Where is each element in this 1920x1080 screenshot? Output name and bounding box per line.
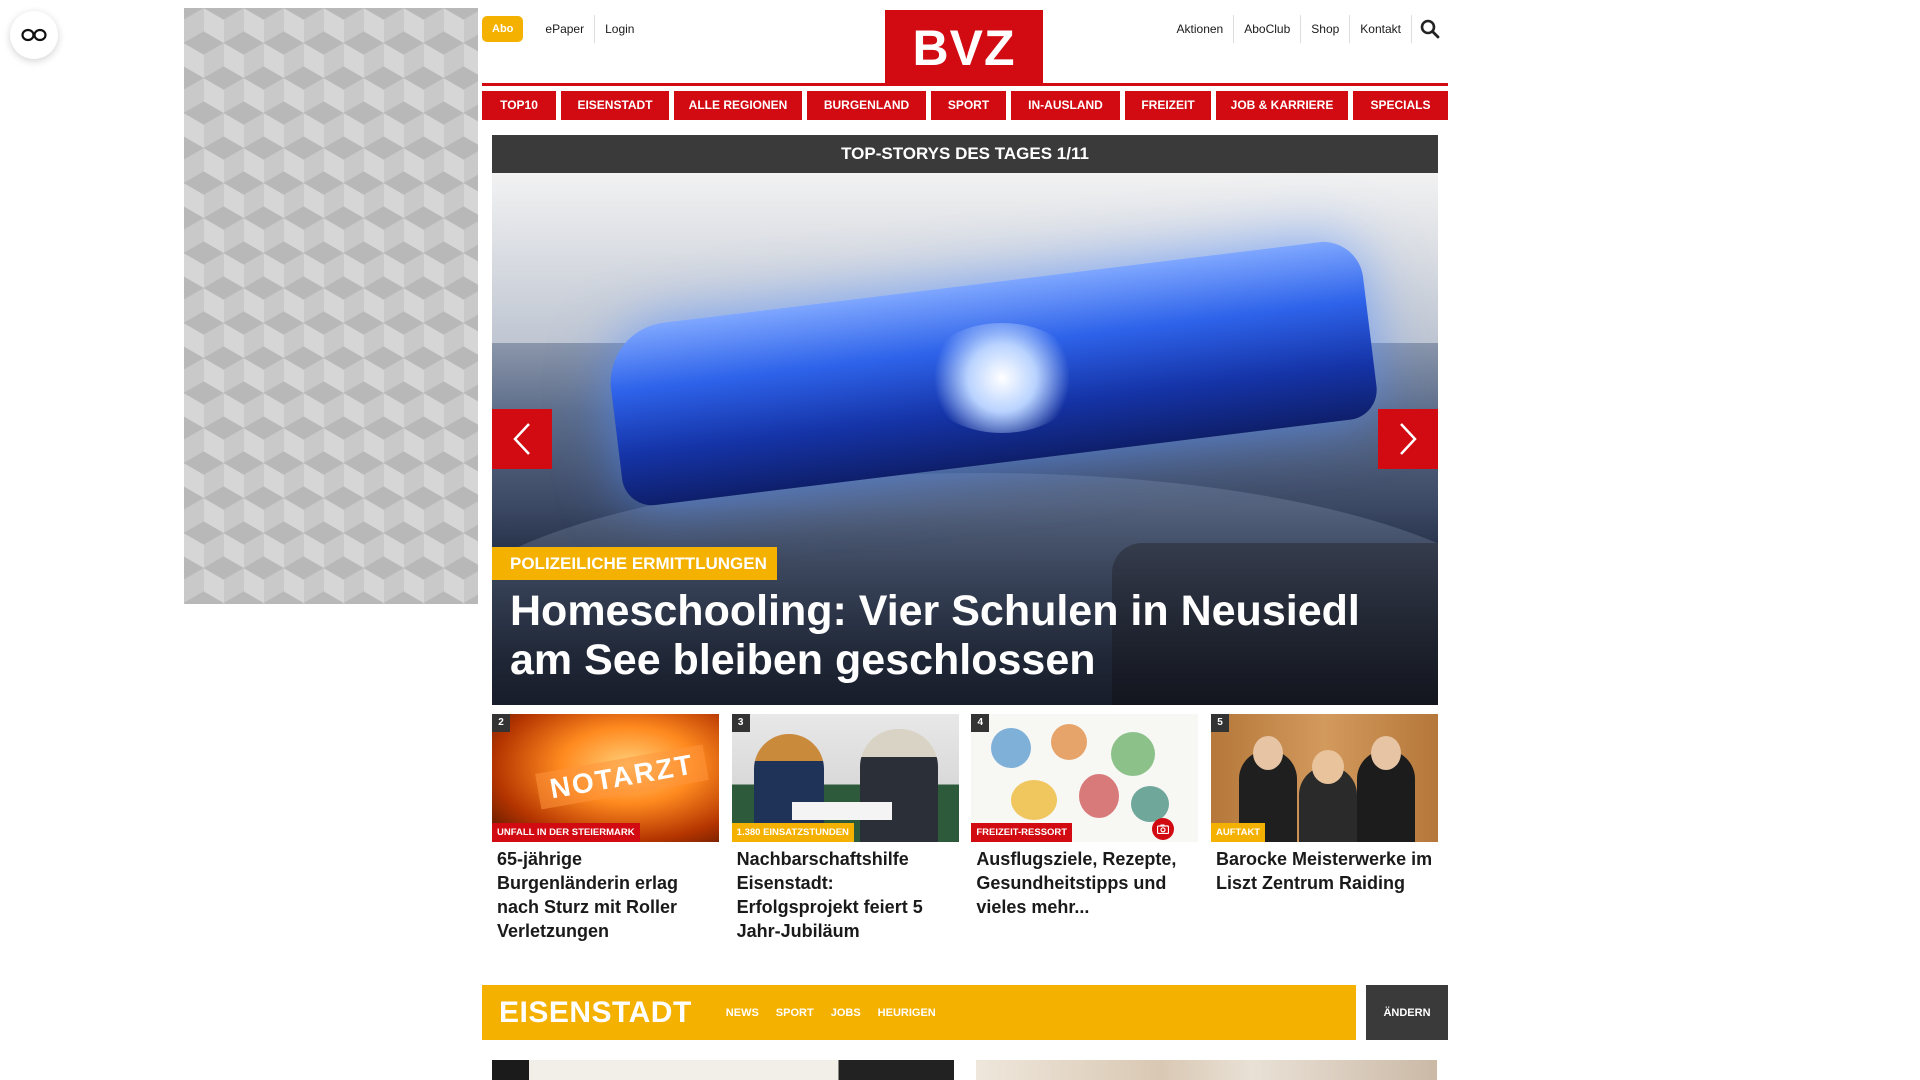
illustration-shape [991,728,1032,768]
story-number: 5 [1210,714,1229,732]
illustration-shape [1051,724,1088,760]
story-card[interactable]: 3 1.380 EINSATZSTUNDEN Nachbarschaftshil… [731,714,959,954]
story-category-tag: AUFTAKT [1210,823,1266,842]
story-title[interactable]: 65-jährige Burgenländerin erlag nach Stu… [492,842,719,943]
top-stories-header: TOP-STORYS DES TAGES 1/11 [492,135,1438,173]
nav-item-burgenland[interactable]: BURGENLAND [807,91,926,120]
slider-next-button[interactable] [1378,409,1438,469]
notarzt-sign: NOTARZT [535,744,709,810]
top-links-left: Abo ePaper Login [482,15,644,43]
hero-slide[interactable]: POLIZEILICHE ERMITTLUNGEN Homeschooling:… [492,173,1438,705]
story-number: 4 [971,714,990,732]
slider-prev-button[interactable] [492,409,552,469]
region-link-jobs[interactable]: JOBS [831,1007,861,1019]
change-region-button[interactable]: ÄNDERN [1366,985,1448,1040]
search-button[interactable] [1412,15,1448,43]
nav-item-job-karriere[interactable]: JOB & KARRIERE [1216,91,1348,120]
story-cards: NOTARZT 2 UNFALL IN DER STEIERMARK 65-jä… [492,714,1438,954]
region-bar: EISENSTADT NEWS SPORT JOBS HEURIGEN [482,985,1356,1040]
shop-link[interactable]: Shop [1301,15,1351,43]
story-category-tag: FREIZEIT-RESSORT [971,823,1073,842]
story-thumbnail[interactable]: 3 1.380 EINSATZSTUNDEN [731,714,959,842]
story-thumbnail[interactable]: 4 FREIZEIT-RESSORT [971,714,1199,842]
photo-face [1370,736,1401,770]
region-link-sport[interactable]: SPORT [776,1007,814,1019]
region-story-thumbnail[interactable] [976,1060,1437,1080]
region-link-news[interactable]: NEWS [726,1007,759,1019]
story-title[interactable]: Ausflugsziele, Rezepte, Gesundheitstipps… [971,842,1198,919]
camera-icon [1157,824,1170,834]
gallery-badge [1152,818,1175,840]
photo-person-right [859,729,938,842]
illustration-shape [1011,780,1058,820]
story-card[interactable]: NOTARZT 2 UNFALL IN DER STEIERMARK 65-jä… [492,714,719,954]
hero-category-tag: POLIZEILICHE ERMITTLUNGEN [492,547,777,580]
story-category-tag: UNFALL IN DER STEIERMARK [492,823,640,842]
login-link[interactable]: Login [595,15,644,43]
reading-mode-button[interactable] [10,11,58,59]
site-logo[interactable]: BVZ [885,10,1043,86]
photo-face [1311,750,1344,784]
aktionen-link[interactable]: Aktionen [1167,15,1235,43]
hero-headline[interactable]: Homeschooling: Vier Schulen in Neusiedl … [510,587,1410,685]
site-header: Abo ePaper Login BVZ Aktionen AboClub Sh… [482,8,1448,86]
region-title[interactable]: EISENSTADT [482,996,726,1030]
nav-item-specials[interactable]: SPECIALS [1353,91,1448,120]
nav-item-eisenstadt[interactable]: EISENSTADT [561,91,669,120]
top-links-right: Aktionen AboClub Shop Kontakt [1167,15,1448,43]
nav-item-sport[interactable]: SPORT [931,91,1006,120]
aboclub-link[interactable]: AboClub [1234,15,1302,43]
hero-image-glow [922,323,1082,433]
photo-document [791,802,892,820]
story-number: 3 [731,714,750,732]
nav-item-in-ausland[interactable]: IN-AUSLAND [1011,91,1120,120]
story-title[interactable]: Barocke Meisterwerke im Liszt Zentrum Ra… [1211,842,1438,895]
story-thumbnail[interactable]: 5 AUFTAKT [1210,714,1438,842]
main-nav: TOP10 EISENSTADT ALLE REGIONEN BURGENLAN… [482,91,1448,120]
nav-item-freizeit[interactable]: FREIZEIT [1125,91,1211,120]
photo-face [1252,736,1283,770]
nav-item-alle-regionen[interactable]: ALLE REGIONEN [674,91,802,120]
region-story-thumbnail[interactable] [492,1060,954,1080]
story-thumbnail[interactable]: NOTARZT 2 UNFALL IN DER STEIERMARK [492,714,719,842]
story-title[interactable]: Nachbarschaftshilfe Eisenstadt: Erfolgsp… [732,842,959,943]
illustration-shape [1131,786,1170,822]
illustration-shape [1111,732,1156,776]
story-card[interactable]: 4 FREIZEIT-RESSORT Ausflugsziele, Rezept… [971,714,1199,954]
chevron-left-icon [513,423,530,455]
glasses-icon [21,28,47,42]
search-icon [1420,19,1440,39]
ad-skyscraper[interactable] [184,8,478,604]
story-category-tag: 1.380 EINSATZSTUNDEN [731,823,854,842]
chevron-right-icon [1400,423,1417,455]
abo-button[interactable]: Abo [482,16,524,42]
story-number: 2 [492,714,510,732]
illustration-shape [1079,774,1120,818]
region-link-heurigen[interactable]: HEURIGEN [878,1007,936,1019]
epaper-link[interactable]: ePaper [535,15,596,43]
kontakt-link[interactable]: Kontakt [1350,15,1412,43]
nav-item-top10[interactable]: TOP10 [482,91,556,120]
story-card[interactable]: 5 AUFTAKT Barocke Meisterwerke im Liszt … [1210,714,1438,954]
header-divider [482,83,1448,86]
